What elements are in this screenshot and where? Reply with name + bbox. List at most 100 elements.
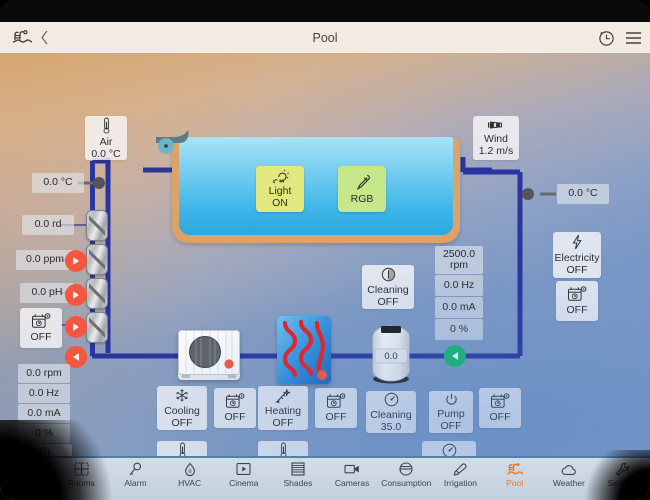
valve-3[interactable] (86, 278, 108, 309)
pool-icon (506, 461, 524, 477)
pool-light-label-1: Light (268, 185, 292, 197)
filter-tank-unit: 0.0 (362, 323, 420, 385)
pool-basin (172, 137, 460, 243)
dosing-schedule-button[interactable]: OFF (20, 308, 62, 348)
nav-item-consumption[interactable]: Consumption (379, 461, 433, 488)
device-bezel-corner-bottom-right (580, 450, 650, 500)
air-sensor-value: 0.0 °C (91, 147, 121, 160)
thermometer-icon (178, 442, 187, 456)
cleaning-label-1: Cleaning (370, 408, 412, 421)
heating-schedule-label: OFF (325, 411, 347, 423)
wind-sensor-tile[interactable]: Wind 1.2 m/s (473, 116, 519, 160)
cooling-button[interactable]: Cooling OFF (157, 386, 207, 430)
device-bezel-corner-bottom-left (0, 420, 120, 500)
hamburger-menu-icon[interactable] (625, 31, 642, 45)
filter-readout-pct: 0 % (435, 319, 483, 340)
electricity-label-2: OFF (566, 264, 588, 276)
cleaning-status-label-2: OFF (377, 295, 399, 308)
lightning-icon (571, 234, 583, 250)
nav-label-hvac: HVAC (178, 478, 202, 488)
outlet-temperature-readout: 0.0 °C (557, 184, 609, 204)
rotations-button[interactable]: Rotations 3026.0 (422, 441, 476, 456)
pump-schedule-button[interactable]: OFF (479, 388, 521, 428)
heating-setpoint-button[interactable]: Setpoint 30.0 °C (258, 441, 308, 456)
nav-label-consumption: Consumption (381, 478, 432, 488)
video-cam-icon (344, 461, 360, 477)
gauge-icon (442, 443, 457, 456)
inlet-temperature-readout: 0.0 °C (32, 173, 84, 193)
air-sensor-tile[interactable]: Air 0.0 °C (85, 116, 127, 160)
filter-readout-rpm: 2500.0 rpm (435, 246, 483, 274)
heating-label-2: OFF (272, 416, 294, 429)
cleaning-status-label-1: Cleaning (367, 283, 409, 296)
sprinkler-icon (453, 461, 468, 477)
clock-history-icon[interactable] (597, 29, 615, 47)
pool-rgb-label: RGB (350, 193, 374, 205)
filter-display-value: 0.0 (384, 351, 397, 362)
nav-label-irrigation: Irrigation (443, 478, 477, 488)
electricity-schedule-button[interactable]: OFF (556, 281, 598, 321)
gauge-icon (384, 392, 399, 407)
cooling-label-2: OFF (171, 416, 193, 429)
play-screen-icon (236, 461, 251, 477)
nav-label-pool: Pool (506, 478, 524, 488)
heating-label-1: Heating (264, 404, 302, 417)
pump-button[interactable]: Pump OFF (429, 391, 473, 433)
flow-arrow-return (444, 345, 466, 367)
flame-drop-icon (183, 461, 197, 477)
pump-readout-hz: 0.0 Hz (18, 384, 70, 403)
blinds-icon (291, 461, 305, 477)
thermometer-icon (279, 442, 288, 456)
left-readout-rd: 0.0 rd (22, 215, 74, 235)
windsock-icon (486, 119, 506, 131)
pump-schedule-label: OFF (489, 411, 511, 423)
pool-water (179, 137, 453, 235)
electricity-button[interactable]: Electricity OFF (553, 232, 601, 278)
nav-item-hvac[interactable]: HVAC (163, 461, 217, 488)
pump-readout-rpm: 0.0 rpm (18, 364, 70, 383)
nav-label-cinema: Cinema (229, 478, 259, 488)
valve-1[interactable] (86, 210, 108, 241)
nav-item-shades[interactable]: Shades (271, 461, 325, 488)
valve-4[interactable] (86, 312, 108, 343)
alarm-key-icon (128, 461, 142, 477)
pool-rgb-button[interactable]: RGB (338, 166, 386, 212)
heating-schedule-button[interactable]: OFF (315, 388, 357, 428)
nav-item-cinema[interactable]: Cinema (217, 461, 271, 488)
air-sensor-label: Air (99, 135, 113, 148)
scheduler-icon (31, 313, 51, 329)
wind-sensor-label: Wind (484, 133, 508, 145)
pool-light-label-2: ON (272, 197, 288, 209)
nav-label-cameras: Cameras (334, 478, 370, 488)
nav-item-cameras[interactable]: Cameras (325, 461, 379, 488)
snowflake-icon (174, 388, 190, 403)
heating-button[interactable]: Heating OFF (258, 386, 308, 430)
wind-sensor-value: 1.2 m/s (478, 145, 514, 157)
flow-arrow-2 (65, 284, 87, 306)
filter-readout-hz: 0.0 Hz (435, 275, 483, 296)
cooling-schedule-label: OFF (224, 411, 246, 423)
scheduler-icon (326, 393, 346, 409)
nav-item-irrigation[interactable]: Irrigation (433, 461, 487, 488)
device-bezel-top (0, 0, 650, 22)
pool-light-button[interactable]: Light ON (256, 166, 304, 212)
cloud-icon (561, 461, 577, 477)
cleaning-button[interactable]: Cleaning 35.0 (366, 391, 416, 433)
scheduler-icon (490, 393, 510, 409)
thermometer-icon (102, 117, 111, 134)
flow-arrow-3 (65, 316, 87, 338)
cooling-setpoint-button[interactable]: Setpoint 28.0 °C (157, 441, 207, 456)
cooling-schedule-button[interactable]: OFF (214, 388, 256, 428)
pump-label-2: OFF (440, 419, 462, 432)
valve-2[interactable] (86, 244, 108, 275)
title-bar: Pool (0, 22, 650, 53)
nav-item-pool[interactable]: Pool (488, 461, 542, 488)
tablet-device-frame: Pool Light ON RGB Air 0.0 °C Wind 1.2 m/… (0, 0, 650, 500)
electricity-label-1: Electricity (554, 252, 600, 264)
pump-label-1: Pump (437, 407, 465, 420)
scheduler-icon (225, 393, 245, 409)
lightbulb-icon (271, 169, 290, 185)
cleaning-label-2: 35.0 (380, 420, 402, 433)
cleaning-status-tile[interactable]: Cleaning OFF (362, 265, 414, 309)
color-picker-icon (353, 173, 371, 193)
